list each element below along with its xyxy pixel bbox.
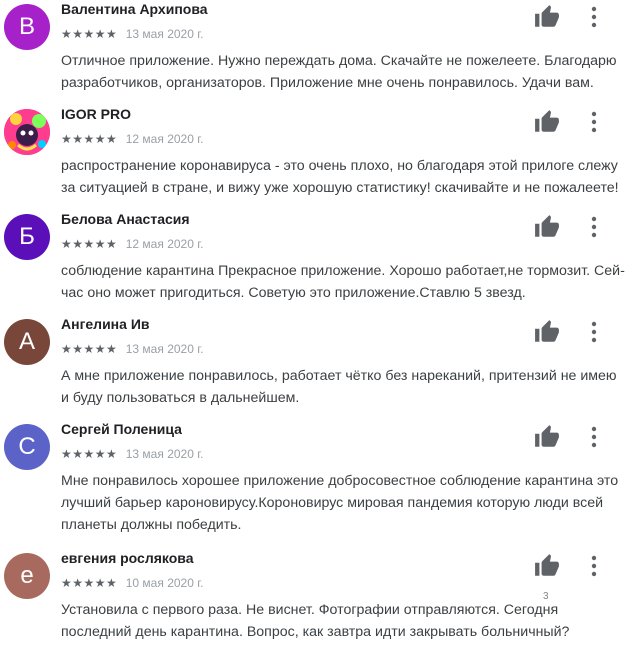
review-text: соблюдение карантина Прекрасное приложен… <box>61 263 625 301</box>
review-meta: ★★★★★ 13 мая 2020 г. <box>61 445 203 461</box>
review-text: А мне приложение понравилось, работает ч… <box>61 368 617 406</box>
review-meta: ★★★★★ 12 мая 2020 г. <box>61 235 203 251</box>
avatar: С <box>4 424 50 470</box>
star-rating: ★★★★★ <box>61 131 118 146</box>
review-meta: ★★★★★ 12 мая 2020 г. <box>61 130 203 146</box>
review-date: 10 мая 2020 г. <box>125 575 204 590</box>
reviewer-name: Ангелина Ив <box>61 316 150 332</box>
more-vert-icon[interactable] <box>584 4 604 30</box>
review-text: Установила с первого раза. Не виснет. Фо… <box>61 602 570 640</box>
review-text: распространение коронавируса - это очень… <box>61 158 619 196</box>
review-date: 13 мая 2020 г. <box>125 341 204 356</box>
reviewer-name: евгения рослякова <box>61 550 194 566</box>
more-vert-icon[interactable] <box>584 214 604 240</box>
review-text: Мне понравилось хорошее приложение добро… <box>61 473 619 533</box>
reviewer-name: IGOR PRO <box>61 106 132 122</box>
reviewer-name: Белова Анастасия <box>61 211 190 227</box>
review-date: 12 мая 2020 г. <box>125 131 204 146</box>
thumbs-up-icon[interactable] <box>534 214 560 240</box>
reviewer-name: Сергей Поленица <box>61 421 182 437</box>
more-vert-icon[interactable] <box>584 319 604 345</box>
review-meta: ★★★★★ 13 мая 2020 г. <box>61 340 203 356</box>
star-rating: ★★★★★ <box>61 26 118 41</box>
star-rating: ★★★★★ <box>61 575 118 590</box>
avatar <box>4 109 50 155</box>
review-text: Отличное приложение. Нужно переждать дом… <box>61 53 617 91</box>
thumbs-up-icon[interactable] <box>534 424 560 450</box>
thumbs-up-icon[interactable] <box>534 4 560 30</box>
star-rating: ★★★★★ <box>61 236 118 251</box>
helpful-count: 3 <box>543 591 549 602</box>
avatar: Б <box>4 214 50 260</box>
star-rating: ★★★★★ <box>61 341 118 356</box>
thumbs-up-icon[interactable] <box>534 109 560 135</box>
reviewer-name: Валентина Архипова <box>61 1 208 17</box>
star-rating: ★★★★★ <box>61 446 118 461</box>
avatar: е <box>4 553 50 599</box>
review-date: 13 мая 2020 г. <box>125 446 204 461</box>
avatar: В <box>4 4 50 50</box>
more-vert-icon[interactable] <box>584 553 604 579</box>
thumbs-up-icon[interactable] <box>534 553 560 579</box>
review-date: 13 мая 2020 г. <box>125 26 204 41</box>
thumbs-up-icon[interactable] <box>534 319 560 345</box>
review-meta: ★★★★★ 13 мая 2020 г. <box>61 25 203 41</box>
more-vert-icon[interactable] <box>584 424 604 450</box>
review-date: 12 мая 2020 г. <box>125 236 204 251</box>
review-meta: ★★★★★ 10 мая 2020 г. <box>61 574 203 590</box>
photo-avatar-icon <box>4 109 50 155</box>
avatar: А <box>4 319 50 365</box>
more-vert-icon[interactable] <box>584 109 604 135</box>
